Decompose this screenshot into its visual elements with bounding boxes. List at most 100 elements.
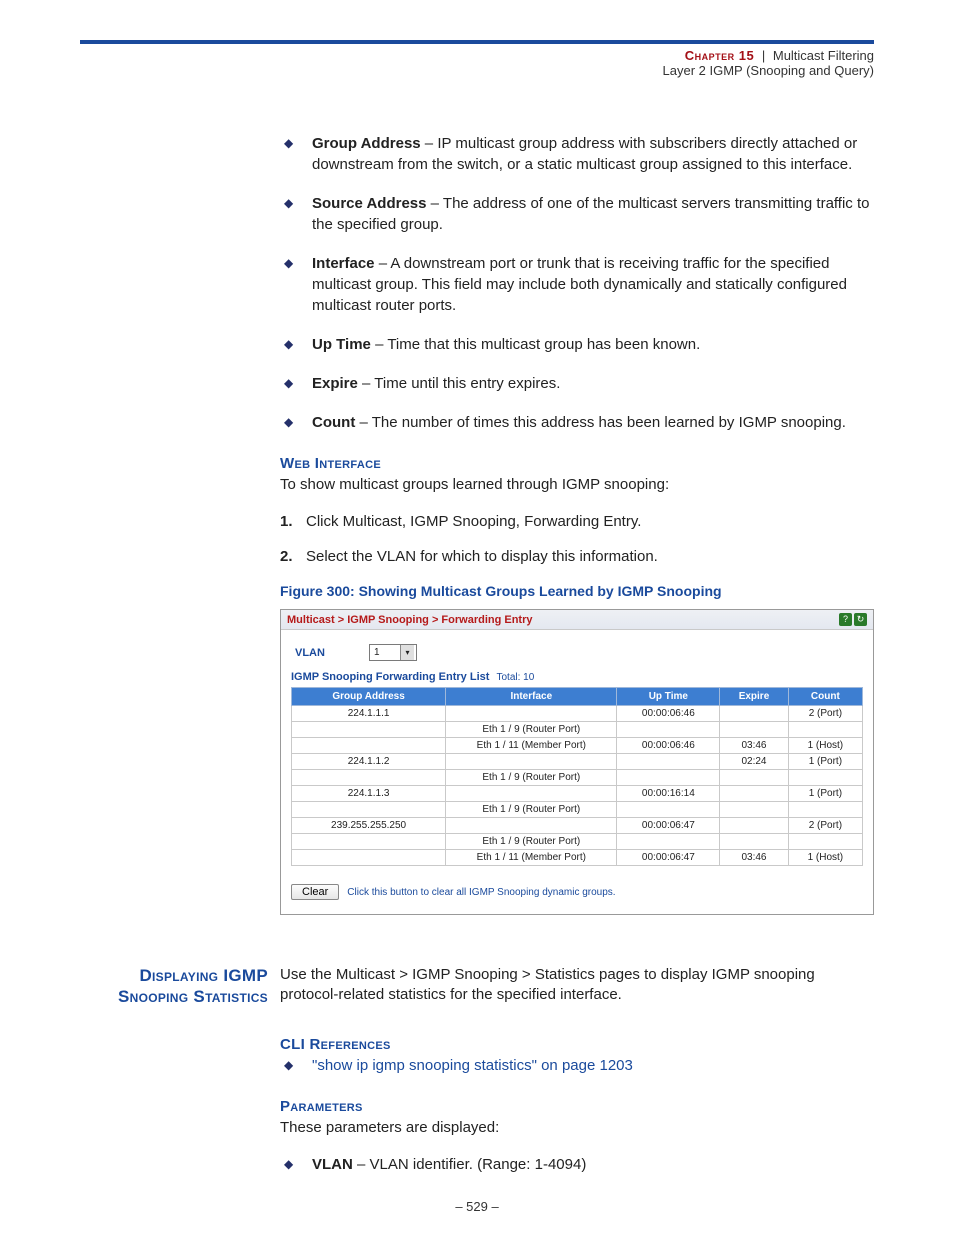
table-row: Eth 1 / 9 (Router Port) [292,722,863,738]
table-cell [292,834,446,850]
page-number: – 529 – [80,1199,874,1214]
table-cell: Eth 1 / 9 (Router Port) [446,834,617,850]
bullet-term: Interface [312,255,375,272]
embedded-screenshot: Multicast > IGMP Snooping > Forwarding E… [280,609,874,915]
bullet-desc: – Time that this multicast group has bee… [371,336,700,353]
bullet-item: Group Address – IP multicast group addre… [280,133,874,175]
bullet-desc: – VLAN identifier. (Range: 1-4094) [353,1156,586,1173]
table-cell: 00:00:16:14 [617,786,720,802]
table-cell [788,802,862,818]
cli-reference-item: "show ip igmp snooping statistics" on pa… [280,1055,874,1076]
page-header: Chapter 15 | Multicast Filtering Layer 2… [80,48,874,78]
table-cell [446,706,617,722]
bullet-term: Group Address [312,135,421,152]
bullet-desc: – A downstream port or trunk that is rec… [312,255,847,314]
table-cell: 224.1.1.1 [292,706,446,722]
table-cell [617,770,720,786]
clear-hint: Click this button to clear all IGMP Snoo… [347,887,615,898]
table-cell [720,770,789,786]
vlan-label: VLAN [295,647,355,659]
table-cell: 03:46 [720,850,789,866]
table-cell [446,754,617,770]
table-row: Eth 1 / 11 (Member Port)00:00:06:4603:46… [292,738,863,754]
table-row: 224.1.1.3 00:00:16:14 1 (Port) [292,786,863,802]
breadcrumb: Multicast > IGMP Snooping > Forwarding E… [287,614,533,626]
bullet-desc: – Time until this entry expires. [358,375,561,392]
bullet-item: Count – The number of times this address… [280,412,874,433]
chapter-label: Chapter 15 [685,48,754,63]
forwarding-entry-table: Group Address Interface Up Time Expire C… [291,687,863,866]
col-group-address: Group Address [292,688,446,706]
col-expire: Expire [720,688,789,706]
table-cell: Eth 1 / 11 (Member Port) [446,738,617,754]
table-row: 224.1.1.1 00:00:06:46 2 (Port) [292,706,863,722]
figure-caption: Figure 300: Showing Multicast Groups Lea… [280,583,874,599]
table-cell: 03:46 [720,738,789,754]
table-cell: 224.1.1.3 [292,786,446,802]
table-cell: 2 (Port) [788,706,862,722]
table-cell: 1 (Port) [788,754,862,770]
bullet-item: Source Address – The address of one of t… [280,193,874,235]
table-cell: 02:24 [720,754,789,770]
bullet-item: Up Time – Time that this multicast group… [280,334,874,355]
table-row: 239.255.255.25000:00:06:472 (Port) [292,818,863,834]
table-cell [617,802,720,818]
vlan-select[interactable]: 1 ▾ [369,644,417,661]
table-cell [617,754,720,770]
table-cell: Eth 1 / 9 (Router Port) [446,770,617,786]
table-row: Eth 1 / 9 (Router Port) [292,770,863,786]
parameters-heading: Parameters [280,1098,874,1115]
table-row: 224.1.1.2 02:241 (Port) [292,754,863,770]
web-interface-steps: Click Multicast, IGMP Snooping, Forwardi… [280,513,874,565]
table-cell: Eth 1 / 9 (Router Port) [446,802,617,818]
bullet-term: Expire [312,375,358,392]
bullet-item: VLAN – VLAN identifier. (Range: 1-4094) [280,1154,874,1175]
table-cell [720,786,789,802]
table-row: Eth 1 / 9 (Router Port) [292,802,863,818]
parameter-bullets: Group Address – IP multicast group addre… [280,133,874,433]
refresh-icon[interactable]: ↻ [854,613,867,626]
parameters-intro: These parameters are displayed: [280,1117,874,1138]
table-cell [720,706,789,722]
bullet-term: Up Time [312,336,371,353]
bullet-term: Source Address [312,195,427,212]
table-cell: 1 (Host) [788,850,862,866]
col-count: Count [788,688,862,706]
table-cell [292,850,446,866]
col-interface: Interface [446,688,617,706]
table-cell: 00:00:06:47 [617,818,720,834]
cli-references-heading: CLI References [280,1036,874,1053]
bullet-term: Count [312,414,355,431]
step-item: Click Multicast, IGMP Snooping, Forwardi… [280,513,874,530]
table-cell [720,722,789,738]
table-cell: Eth 1 / 11 (Member Port) [446,850,617,866]
table-row: Eth 1 / 9 (Router Port) [292,834,863,850]
table-cell [446,818,617,834]
table-cell: Eth 1 / 9 (Router Port) [446,722,617,738]
table-cell [292,722,446,738]
table-row: Eth 1 / 11 (Member Port)00:00:06:4703:46… [292,850,863,866]
table-cell: 1 (Host) [788,738,862,754]
table-cell [446,786,617,802]
cli-reference-link[interactable]: "show ip igmp snooping statistics" on pa… [312,1057,633,1074]
table-cell [292,738,446,754]
section-title: Multicast Filtering [773,48,874,63]
step-item: Select the VLAN for which to display thi… [280,548,874,565]
bullet-desc: – The number of times this address has b… [355,414,846,431]
table-cell [617,834,720,850]
table-cell [720,834,789,850]
bullet-item: Expire – Time until this entry expires. [280,373,874,394]
table-cell: 1 (Port) [788,786,862,802]
web-interface-intro: To show multicast groups learned through… [280,474,874,495]
help-icon[interactable]: ? [839,613,852,626]
table-cell: 224.1.1.2 [292,754,446,770]
subsection-title: Layer 2 IGMP (Snooping and Query) [80,63,874,78]
clear-button[interactable]: Clear [291,884,339,900]
table-cell [788,834,862,850]
bullet-term: VLAN [312,1156,353,1173]
side-heading-stats: Displaying IGMP Snooping Statistics [80,965,280,1008]
table-cell [788,722,862,738]
table-cell: 00:00:06:46 [617,706,720,722]
bullet-item: Interface – A downstream port or trunk t… [280,253,874,316]
header-pipe: | [758,48,769,63]
